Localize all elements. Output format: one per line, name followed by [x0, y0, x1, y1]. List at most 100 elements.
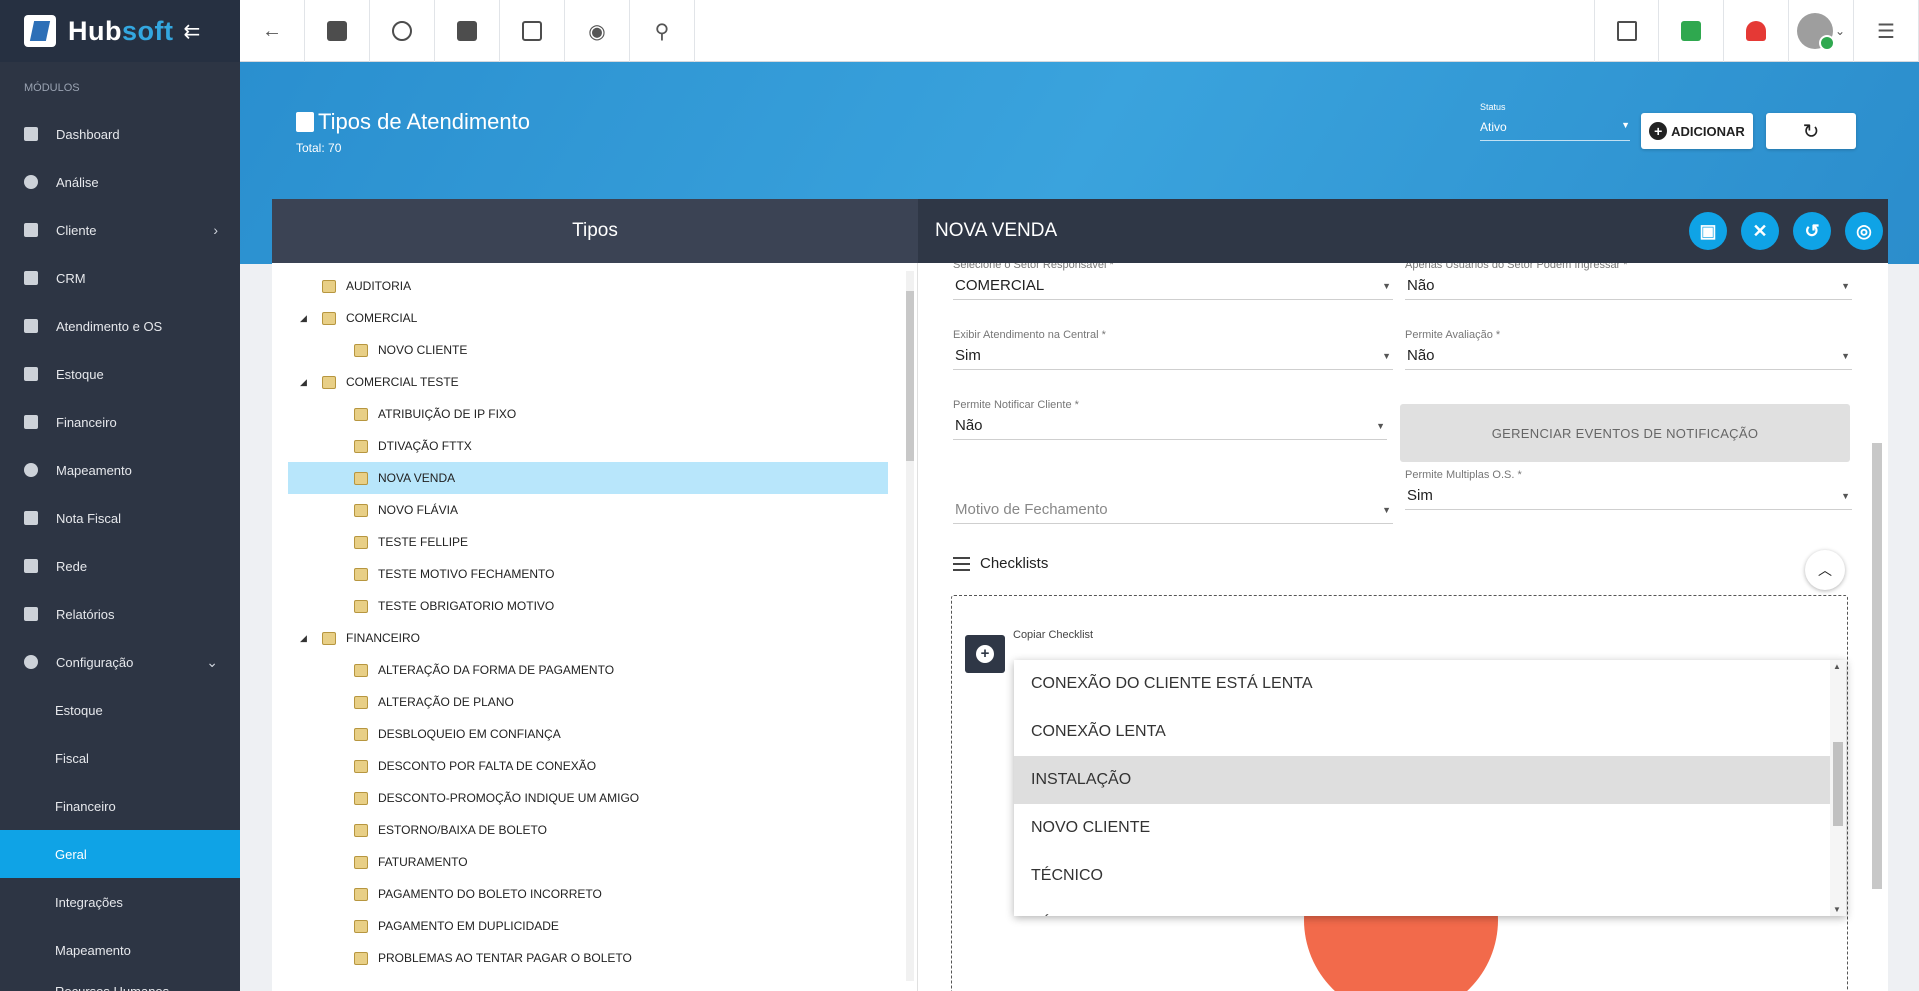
- sidebar-subitem-recursos-humanos[interactable]: Recursos Humanos: [0, 974, 240, 991]
- calendar-clock-icon: [24, 319, 38, 333]
- sidebar-item-financeiro[interactable]: Financeiro: [0, 398, 240, 446]
- tree-item-selected[interactable]: NOVA VENDA: [288, 462, 888, 494]
- tree-item[interactable]: TESTE OBRIGATORIO MOTIVO: [288, 590, 888, 622]
- sidebar-item-atendimento[interactable]: Atendimento e OS: [0, 302, 240, 350]
- notificar-cliente-select[interactable]: Permite Notificar Cliente * Não ▼: [953, 399, 1387, 440]
- apenas-usuarios-select[interactable]: Apenas Usuários do Setor Podem Ingressar…: [1405, 263, 1852, 300]
- billing-button[interactable]: [435, 0, 500, 62]
- tree-item[interactable]: PAGAMENTO DO BOLETO INCORRETO: [288, 878, 888, 910]
- tree-item[interactable]: ALTERAÇÃO DE PLANO: [288, 686, 888, 718]
- exibir-central-select[interactable]: Exibir Atendimento na Central * Sim ▼: [953, 329, 1393, 370]
- dropdown-option[interactable]: TÉCNICO: [1014, 852, 1830, 900]
- sidebar-item-configuracao[interactable]: Configuração ⌄: [0, 638, 240, 686]
- sidebar-subitem-financeiro[interactable]: Financeiro: [0, 782, 240, 830]
- detail-title: NOVA VENDA: [935, 220, 1058, 241]
- chevron-down-icon: ⌄: [1834, 24, 1846, 38]
- scroll-up-icon[interactable]: ▲: [1833, 662, 1841, 671]
- tree-item[interactable]: PAGAMENTO EM DUPLICIDADE: [288, 910, 888, 942]
- tree-item[interactable]: ESTORNO/BAIXA DE BOLETO: [288, 814, 888, 846]
- form-scrollbar[interactable]: [1872, 443, 1882, 889]
- sidebar-item-estoque[interactable]: Estoque: [0, 350, 240, 398]
- dropdown-scrollbar[interactable]: ▲ ▼: [1830, 660, 1846, 916]
- scrollbar-thumb[interactable]: [906, 291, 914, 461]
- folder-icon: [354, 503, 368, 517]
- collapse-checklists-button[interactable]: ︿: [1805, 550, 1845, 590]
- scrollbar-thumb[interactable]: [1833, 742, 1843, 826]
- menu-list-button[interactable]: ☰: [1854, 0, 1919, 62]
- pdf-button[interactable]: [1594, 0, 1659, 62]
- group-button[interactable]: ◎: [1845, 212, 1883, 250]
- sidebar-item-rede[interactable]: Rede: [0, 542, 240, 590]
- sidebar-subitem-mapeamento[interactable]: Mapeamento: [0, 926, 240, 974]
- close-button[interactable]: ✕: [1741, 212, 1779, 250]
- search-button[interactable]: ⚲: [630, 0, 695, 62]
- back-button[interactable]: ←: [240, 0, 305, 62]
- terminal-button[interactable]: [500, 0, 565, 62]
- tree-item[interactable]: DESCONTO POR FALTA DE CONEXÃO: [288, 750, 888, 782]
- schedule-button[interactable]: [370, 0, 435, 62]
- sidebar-subitem-geral[interactable]: Geral: [0, 830, 240, 878]
- scroll-down-icon[interactable]: ▼: [1833, 905, 1841, 914]
- sidebar: Hubsoft ⇇ MÓDULOS Dashboard Análise Clie…: [0, 0, 240, 991]
- sidebar-subitem-estoque[interactable]: Estoque: [0, 686, 240, 734]
- multiplas-os-select[interactable]: Permite Multiplas O.S. * Sim ▼: [1405, 469, 1852, 510]
- dropdown-option[interactable]: TÉCNICO: [1014, 900, 1830, 916]
- dropdown-option[interactable]: CONEXÃO LENTA: [1014, 708, 1830, 756]
- sidebar-item-relatorios[interactable]: Relatórios: [0, 590, 240, 638]
- dropdown-option-highlighted[interactable]: INSTALAÇÃO: [1014, 756, 1830, 804]
- tree-item[interactable]: TESTE MOTIVO FECHAMENTO: [288, 558, 888, 590]
- sidebar-item-dashboard[interactable]: Dashboard: [0, 110, 240, 158]
- tree-item[interactable]: PROBLEMAS AO TENTAR PAGAR O BOLETO: [288, 942, 888, 974]
- user-menu-button[interactable]: ⌄: [1789, 0, 1854, 62]
- tree-item[interactable]: DESCONTO-PROMOÇÃO INDIQUE UM AMIGO: [288, 782, 888, 814]
- refresh-icon: ↻: [1802, 120, 1820, 143]
- setor-responsavel-select[interactable]: Selecione o Setor Responsável * COMERCIA…: [953, 263, 1393, 300]
- sidebar-subitem-integracoes[interactable]: Integrações: [0, 878, 240, 926]
- sidebar-item-crm[interactable]: CRM: [0, 254, 240, 302]
- logo[interactable]: Hubsoft ⇇: [0, 0, 240, 62]
- tree-item[interactable]: DESBLOQUEIO EM CONFIANÇA: [288, 718, 888, 750]
- tree-item[interactable]: NOVO CLIENTE: [288, 334, 888, 366]
- crm-icon: [24, 271, 38, 285]
- dropdown-option[interactable]: NOVO CLIENTE: [1014, 804, 1830, 852]
- expand-arrow-icon[interactable]: ◢: [300, 377, 307, 388]
- folder-icon: [354, 727, 368, 741]
- expand-arrow-icon[interactable]: ◢: [300, 633, 307, 644]
- tree-item[interactable]: ◢ FINANCEIRO: [288, 622, 888, 654]
- tree-item[interactable]: ALTERAÇÃO DA FORMA DE PAGAMENTO: [288, 654, 888, 686]
- sidebar-item-mapeamento[interactable]: Mapeamento: [0, 446, 240, 494]
- notifications-button[interactable]: [1724, 0, 1789, 62]
- view-button[interactable]: ◉: [565, 0, 630, 62]
- tree-item[interactable]: TESTE FELLIPE: [288, 526, 888, 558]
- tree-item[interactable]: AUDITORIA: [288, 270, 888, 302]
- permite-avaliacao-select[interactable]: Permite Avaliação * Não ▼: [1405, 329, 1852, 370]
- tree-item[interactable]: ◢ COMERCIAL TESTE: [288, 366, 888, 398]
- tree-scrollbar[interactable]: [906, 271, 914, 981]
- add-button[interactable]: + ADICIONAR: [1641, 113, 1753, 149]
- sidebar-item-cliente[interactable]: Cliente ›: [0, 206, 240, 254]
- tree-item[interactable]: DTIVAÇÃO FTTX: [288, 430, 888, 462]
- network-icon: [24, 559, 38, 573]
- add-checklist-button[interactable]: +: [965, 635, 1005, 673]
- tree-item[interactable]: FATURAMENTO: [288, 846, 888, 878]
- manage-notification-events-button[interactable]: GERENCIAR EVENTOS DE NOTIFICAÇÃO: [1400, 404, 1850, 462]
- dropdown-option[interactable]: CONEXÃO DO CLIENTE ESTÁ LENTA: [1014, 660, 1830, 708]
- tree-item[interactable]: ◢ COMERCIAL: [288, 302, 888, 334]
- history-button[interactable]: ↺: [1793, 212, 1831, 250]
- sidebar-subitem-fiscal[interactable]: Fiscal: [0, 734, 240, 782]
- detail-panel-header: NOVA VENDA ▣ ✕ ↺ ◎: [918, 199, 1888, 263]
- collapse-sidebar-icon[interactable]: ⇇: [183, 19, 200, 44]
- expand-arrow-icon[interactable]: ◢: [300, 313, 307, 324]
- calendar-clock-icon: [392, 21, 412, 41]
- sidebar-item-nota-fiscal[interactable]: Nota Fiscal: [0, 494, 240, 542]
- motivo-fechamento-select[interactable]: Motivo de Fechamento ▼: [953, 483, 1393, 524]
- tree-item[interactable]: ATRIBUIÇÃO DE IP FIXO: [288, 398, 888, 430]
- save-button[interactable]: ▣: [1689, 212, 1727, 250]
- tree-item[interactable]: NOVO FLÁVIA: [288, 494, 888, 526]
- refresh-button[interactable]: ↻: [1766, 113, 1856, 149]
- contacts-button[interactable]: [305, 0, 370, 62]
- status-select[interactable]: Status Ativo ▼: [1480, 102, 1630, 141]
- messages-button[interactable]: [1659, 0, 1724, 62]
- sidebar-item-analise[interactable]: Análise: [0, 158, 240, 206]
- status-value[interactable]: Ativo ▼: [1480, 120, 1630, 141]
